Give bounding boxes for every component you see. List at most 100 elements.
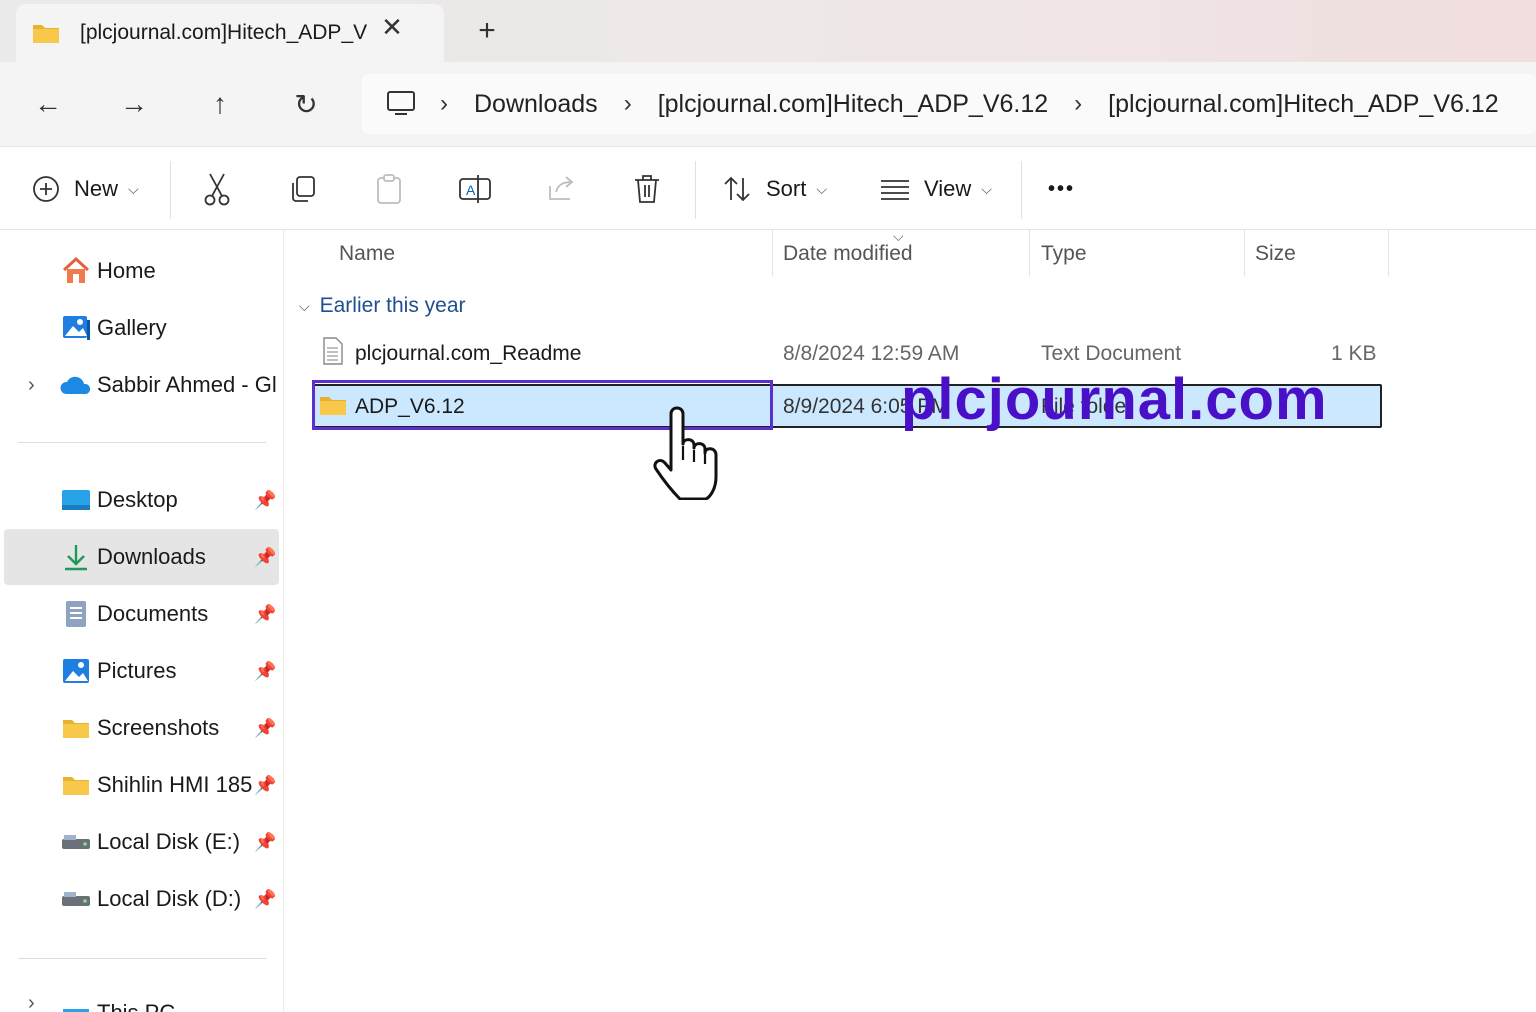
more-options-button[interactable]: •••: [1048, 171, 1075, 207]
sidebar-divider: [18, 958, 266, 959]
chevron-down-icon: ⌵: [981, 180, 992, 197]
sidebar-divider: [18, 442, 266, 443]
breadcrumb-item-current[interactable]: [plcjournal.com]Hitech_ADP_V6.12: [1090, 90, 1516, 119]
paste-button[interactable]: [374, 171, 404, 207]
file-name: plcjournal.com_Readme: [355, 342, 582, 365]
documents-icon: [60, 599, 92, 629]
svg-text:A: A: [466, 182, 476, 198]
sidebar-item-documents[interactable]: Documents 📌: [4, 586, 279, 642]
chevron-down-icon: ⌵: [299, 297, 310, 314]
breadcrumb[interactable]: › Downloads › [plcjournal.com]Hitech_ADP…: [362, 74, 1536, 134]
chevron-right-icon[interactable]: ›: [28, 374, 35, 397]
onedrive-icon: [60, 370, 92, 400]
pin-icon[interactable]: 📌: [254, 832, 276, 853]
breadcrumb-separator: ›: [1074, 90, 1083, 117]
scissors-icon: [204, 173, 230, 206]
breadcrumb-separator: ›: [440, 90, 448, 117]
column-header-type[interactable]: Type: [1041, 242, 1087, 266]
sidebar-item-label: Documents: [97, 601, 209, 626]
copy-button[interactable]: [288, 171, 318, 207]
pictures-icon: [60, 656, 92, 686]
rename-button[interactable]: A: [458, 171, 492, 207]
share-icon: [549, 176, 574, 200]
column-separator[interactable]: [1388, 230, 1389, 276]
pin-icon[interactable]: 📌: [254, 775, 276, 796]
group-header[interactable]: ⌵ Earlier this year: [299, 294, 466, 318]
pin-icon[interactable]: 📌: [254, 604, 276, 625]
view-button[interactable]: View ⌵: [880, 171, 992, 207]
arrow-left-icon: ←: [34, 88, 62, 119]
navigation-pane: Home Gallery › Sabbir Ahmed - Gl Desktop…: [0, 230, 284, 1012]
sidebar-item-label: This PC: [97, 1000, 175, 1012]
toolbar-divider: [695, 161, 696, 219]
new-button[interactable]: New ⌵: [32, 171, 139, 207]
group-label: Earlier this year: [319, 294, 466, 317]
new-tab-button[interactable]: +: [472, 16, 502, 46]
toolbar-divider: [1021, 161, 1022, 219]
pin-icon[interactable]: 📌: [254, 718, 276, 739]
up-button[interactable]: ↑: [200, 84, 240, 124]
sidebar-item-label: Local Disk (E:): [97, 829, 241, 854]
sidebar-item-downloads[interactable]: Downloads 📌: [4, 529, 279, 585]
forward-button[interactable]: →: [114, 84, 154, 124]
breadcrumb-item-downloads[interactable]: Downloads: [456, 90, 616, 119]
file-list: Name ⌵ Date modified Type Size ⌵ Earlier…: [285, 228, 1536, 1012]
file-type: Text Document: [1041, 342, 1182, 365]
arrow-right-icon: →: [120, 88, 148, 119]
share-button[interactable]: [546, 171, 576, 207]
sidebar-item-disk-e[interactable]: Local Disk (E:) 📌: [4, 814, 279, 870]
sidebar-item-label: Screenshots: [97, 715, 220, 740]
tab-strip: [plcjournal.com]Hitech_ADP_V ✕ +: [0, 0, 1536, 62]
watermark-text: plcjournal.com: [901, 367, 1328, 432]
cut-button[interactable]: [202, 171, 232, 207]
refresh-icon: ↻: [294, 88, 318, 120]
close-tab-icon[interactable]: ✕: [378, 14, 406, 40]
pin-icon[interactable]: 📌: [254, 547, 276, 568]
breadcrumb-separator: ›: [623, 90, 632, 117]
sidebar-item-shihlin[interactable]: Shihlin HMI 185 📌: [4, 757, 279, 813]
paste-icon: [377, 174, 401, 204]
home-icon: [60, 256, 92, 286]
pin-icon[interactable]: 📌: [254, 661, 276, 682]
column-separator[interactable]: [1244, 230, 1245, 276]
sidebar-item-label: Home: [97, 258, 156, 283]
column-header-date[interactable]: Date modified: [783, 242, 913, 266]
chevron-right-icon[interactable]: ›: [28, 992, 35, 1012]
view-list-icon: [881, 180, 909, 200]
column-header-name[interactable]: Name: [339, 242, 395, 266]
folder-icon: [60, 770, 92, 800]
sidebar-item-this-pc[interactable]: › This PC: [4, 992, 279, 1012]
sidebar-item-desktop[interactable]: Desktop 📌: [4, 472, 279, 528]
file-date: 8/8/2024 12:59 AM: [783, 342, 960, 365]
column-separator[interactable]: [1029, 230, 1030, 276]
sidebar-item-home[interactable]: Home: [4, 243, 279, 299]
sidebar-item-label: Shihlin HMI 185: [97, 772, 253, 797]
breadcrumb-item-parent[interactable]: [plcjournal.com]Hitech_ADP_V6.12: [640, 90, 1066, 119]
back-button[interactable]: ←: [28, 84, 68, 124]
sidebar-item-label: Pictures: [97, 658, 177, 683]
sidebar-item-pictures[interactable]: Pictures 📌: [4, 643, 279, 699]
arrow-up-icon: ↑: [213, 88, 227, 119]
chevron-down-icon: ⌵: [128, 180, 139, 197]
folder-icon: [33, 25, 59, 43]
column-header-size[interactable]: Size: [1255, 242, 1296, 266]
pin-icon[interactable]: 📌: [254, 490, 276, 511]
delete-button[interactable]: [632, 171, 662, 207]
refresh-button[interactable]: ↻: [286, 84, 326, 124]
column-separator[interactable]: [772, 230, 773, 276]
new-label: New: [74, 176, 119, 201]
pin-icon[interactable]: 📌: [254, 889, 276, 910]
drive-icon: [60, 884, 92, 914]
sidebar-item-screenshots[interactable]: Screenshots 📌: [4, 700, 279, 756]
sidebar-item-gallery[interactable]: Gallery: [4, 300, 279, 356]
file-size: 1 KB: [1331, 342, 1377, 365]
this-pc-icon[interactable]: [386, 90, 416, 118]
sidebar-item-label: Local Disk (D:): [97, 886, 242, 911]
sidebar-item-disk-d[interactable]: Local Disk (D:) 📌: [4, 871, 279, 927]
gallery-icon: [60, 313, 92, 343]
sidebar-item-onedrive[interactable]: › Sabbir Ahmed - Gl: [4, 357, 279, 413]
trash-icon: [635, 175, 659, 203]
sidebar-item-label: Gallery: [97, 315, 167, 340]
sort-button[interactable]: Sort ⌵: [722, 171, 827, 207]
sort-icon: [724, 176, 750, 202]
